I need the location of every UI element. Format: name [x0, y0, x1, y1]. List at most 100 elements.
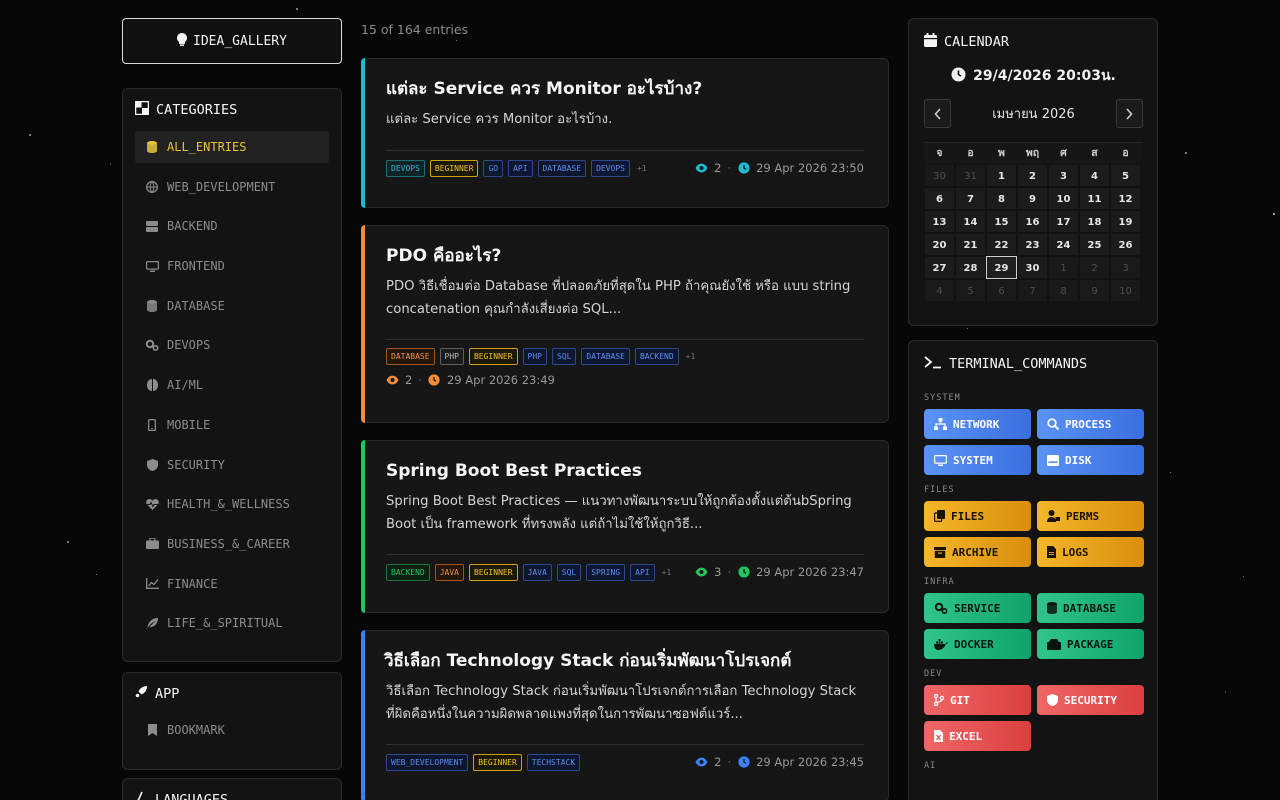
calendar-day[interactable]: 23 — [1017, 233, 1048, 256]
calendar-day[interactable]: 8 — [1048, 279, 1079, 302]
next-month-button[interactable] — [1115, 99, 1143, 128]
calendar-day[interactable]: 24 — [1048, 233, 1079, 256]
calendar-day[interactable]: 18 — [1079, 210, 1110, 233]
tag-chip[interactable]: JAVA — [434, 563, 464, 581]
calendar-day[interactable]: 8 — [986, 187, 1017, 210]
command-button[interactable]: GIT — [924, 685, 1031, 715]
calendar-day[interactable]: 4 — [1079, 164, 1110, 187]
entry-title[interactable]: Spring Boot Best Practices — [386, 441, 864, 483]
category-item[interactable]: DEVOPS — [135, 329, 329, 361]
tag-chip[interactable]: DATABASE — [537, 159, 587, 177]
calendar-day[interactable]: 14 — [955, 210, 986, 233]
tag-chip[interactable]: BACKEND — [634, 348, 679, 365]
calendar-day[interactable]: 21 — [955, 233, 986, 256]
category-item[interactable]: SECURITY — [135, 449, 329, 481]
calendar-day[interactable]: 28 — [955, 256, 986, 279]
tag-chip[interactable]: API — [508, 159, 533, 177]
tag-chip[interactable]: PHP — [439, 348, 464, 365]
command-button[interactable]: PROCESS — [1037, 409, 1144, 439]
calendar-day[interactable]: 2 — [1017, 164, 1048, 187]
command-button[interactable]: EXCEL — [924, 721, 1031, 751]
calendar-day[interactable]: 5 — [1110, 164, 1141, 187]
calendar-day[interactable]: 9 — [1017, 187, 1048, 210]
calendar-day[interactable]: 30 — [924, 164, 955, 187]
entry-card[interactable]: วิธีเลือก Technology Stack ก่อนเริ่มพัฒน… — [361, 630, 889, 800]
command-button[interactable]: ARCHIVE — [924, 537, 1031, 567]
category-item[interactable]: FINANCE — [135, 568, 329, 600]
calendar-day[interactable]: 10 — [1048, 187, 1079, 210]
category-item[interactable]: ALL_ENTRIES — [135, 131, 329, 163]
command-button[interactable]: PERMS — [1037, 501, 1144, 531]
calendar-day[interactable]: 1 — [1048, 256, 1079, 279]
command-button[interactable]: FILES — [924, 501, 1031, 531]
app-item-bookmark[interactable]: BOOKMARK — [135, 714, 329, 746]
command-button[interactable]: DOCKER — [924, 629, 1031, 659]
tag-chip[interactable]: PHP — [522, 348, 547, 365]
entry-title[interactable]: แต่ละ Service ควร Monitor อะไรบ้าง? — [386, 59, 864, 101]
category-item[interactable]: AI/ML — [135, 369, 329, 401]
command-button[interactable]: SYSTEM — [924, 445, 1031, 475]
tag-chip[interactable]: API — [630, 563, 655, 581]
calendar-day[interactable]: 17 — [1048, 210, 1079, 233]
calendar-day-today[interactable]: 29 — [986, 256, 1017, 279]
prev-month-button[interactable] — [924, 99, 951, 128]
category-item[interactable]: BUSINESS_&_CAREER — [135, 528, 329, 560]
calendar-day[interactable]: 12 — [1110, 187, 1141, 210]
calendar-day[interactable]: 7 — [1017, 279, 1048, 302]
category-item[interactable]: HEALTH_&_WELLNESS — [135, 488, 329, 520]
tag-chip[interactable]: WEB_DEVELOPMENT — [386, 753, 469, 771]
tag-chip[interactable]: SQL — [556, 563, 582, 581]
tag-chip[interactable]: DATABASE — [581, 348, 630, 365]
command-button[interactable]: PACKAGE — [1037, 629, 1144, 659]
calendar-day[interactable]: 31 — [955, 164, 986, 187]
calendar-day[interactable]: 26 — [1110, 233, 1141, 256]
entry-card[interactable]: แต่ละ Service ควร Monitor อะไรบ้าง? แต่ละ… — [361, 58, 889, 208]
command-button[interactable]: SERVICE — [924, 593, 1031, 623]
command-button[interactable]: DISK — [1037, 445, 1144, 475]
calendar-day[interactable]: 25 — [1079, 233, 1110, 256]
tag-chip[interactable]: SQL — [551, 348, 577, 365]
brand-button[interactable]: IDEA_GALLERY — [122, 18, 342, 64]
command-button[interactable]: NETWORK — [924, 409, 1031, 439]
entry-card[interactable]: PDO คืออะไร? PDO วิธีเชื่อมต่อ Database ท… — [361, 225, 889, 423]
entry-card[interactable]: Spring Boot Best Practices Spring Boot Be… — [361, 440, 889, 613]
calendar-day[interactable]: 2 — [1079, 256, 1110, 279]
tag-chip[interactable]: BEGINNER — [468, 348, 518, 365]
entry-title[interactable]: วิธีเลือก Technology Stack ก่อนเริ่มพัฒน… — [384, 631, 864, 673]
category-item[interactable]: LIFE_&_SPIRITUAL — [135, 607, 329, 639]
calendar-day[interactable]: 1 — [986, 164, 1017, 187]
command-button[interactable]: LOGS — [1037, 537, 1144, 567]
tag-chip[interactable]: JAVA — [522, 563, 552, 581]
category-item[interactable]: WEB_DEVELOPMENT — [135, 171, 329, 203]
calendar-day[interactable]: 7 — [955, 187, 986, 210]
category-item[interactable]: DATABASE — [135, 290, 329, 322]
calendar-day[interactable]: 3 — [1110, 256, 1141, 279]
category-item[interactable]: FRONTEND — [135, 250, 329, 282]
calendar-day[interactable]: 10 — [1110, 279, 1141, 302]
tag-chip[interactable]: GO — [483, 159, 504, 177]
command-button[interactable]: SECURITY — [1037, 685, 1144, 715]
calendar-day[interactable]: 16 — [1017, 210, 1048, 233]
calendar-day[interactable]: 4 — [924, 279, 955, 302]
calendar-day[interactable]: 11 — [1079, 187, 1110, 210]
category-item[interactable]: MOBILE — [135, 409, 329, 441]
tag-chip[interactable]: DEVOPS — [386, 159, 425, 177]
calendar-day[interactable]: 19 — [1110, 210, 1141, 233]
tag-chip[interactable]: BEGINNER — [473, 753, 522, 771]
calendar-day[interactable]: 30 — [1017, 256, 1048, 279]
calendar-day[interactable]: 3 — [1048, 164, 1079, 187]
tag-chip[interactable]: BEGINNER — [429, 159, 479, 177]
calendar-day[interactable]: 27 — [924, 256, 955, 279]
category-item[interactable]: BACKEND — [135, 210, 329, 242]
tag-chip[interactable]: DATABASE — [386, 348, 435, 365]
calendar-day[interactable]: 22 — [986, 233, 1017, 256]
tag-chip[interactable]: DEVOPS — [591, 159, 630, 177]
tag-chip[interactable]: SPRING — [586, 563, 626, 581]
tag-chip[interactable]: TECHSTACK — [526, 753, 581, 771]
calendar-day[interactable]: 6 — [986, 279, 1017, 302]
calendar-day[interactable]: 13 — [924, 210, 955, 233]
calendar-day[interactable]: 5 — [955, 279, 986, 302]
calendar-day[interactable]: 9 — [1079, 279, 1110, 302]
entry-title[interactable]: PDO คืออะไร? — [386, 226, 864, 268]
calendar-day[interactable]: 15 — [986, 210, 1017, 233]
